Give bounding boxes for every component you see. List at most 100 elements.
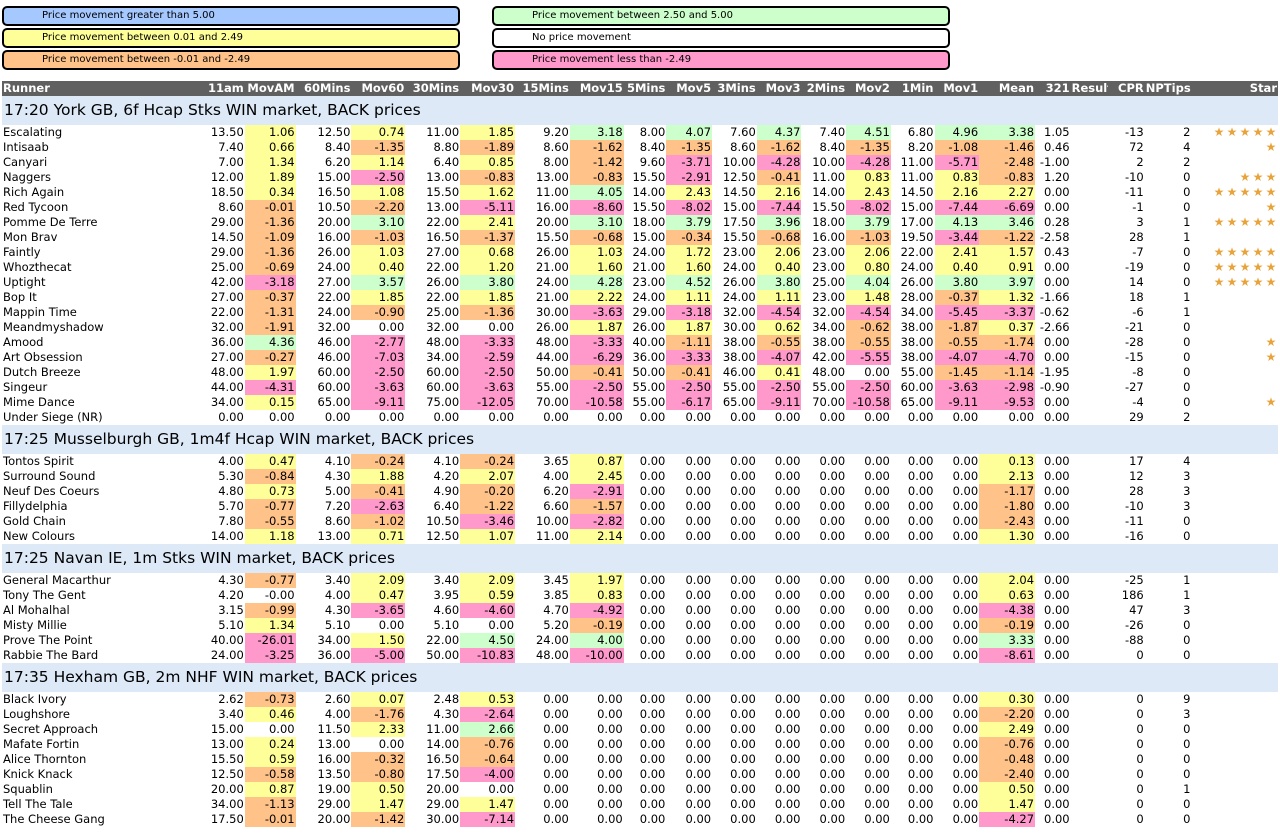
cell-mov15: 4.28 <box>569 275 624 290</box>
cell-mov60: -2.50 <box>351 170 406 185</box>
table-row: Gold Chain 7.80 -0.55 8.60 -1.02 10.50 -3.46 10… <box>2 514 1278 529</box>
table-row: Secret Approach 15.00 0.00 11.50 2.33 11.00 2.… <box>2 722 1278 737</box>
cell-3mins: 14.50 <box>722 185 756 199</box>
cell-mov60: 0.47 <box>351 588 406 603</box>
cell-mov3: 4.37 <box>756 125 802 140</box>
cell-mov5: 0.00 <box>685 484 712 498</box>
cell-60mins: 4.10 <box>324 454 351 468</box>
cell-nptips: 3 <box>1183 469 1191 483</box>
cell-1min: 0.00 <box>907 707 934 721</box>
cell-5mins: 0.00 <box>639 812 666 826</box>
cell-nptips: 4 <box>1183 140 1191 154</box>
cell-2mins: 0.00 <box>819 782 846 796</box>
cell-2mins: 38.00 <box>812 335 846 349</box>
cell-cpr: 12 <box>1129 469 1144 483</box>
cell-mov2: 0.00 <box>864 767 890 781</box>
cell-3mins: 24.00 <box>722 290 756 304</box>
cell-result <box>1071 469 1109 484</box>
cell-30mins: 13.00 <box>426 200 460 214</box>
cell-mov2: -4.54 <box>846 305 891 320</box>
cell-mov2: 0.00 <box>864 648 890 662</box>
cell-mean: 0.91 <box>979 260 1036 275</box>
cell-mov15: 0.83 <box>569 588 624 603</box>
cell-2mins: 16.00 <box>812 230 846 244</box>
cell-star <box>1191 767 1278 782</box>
cell-5mins: 0.00 <box>639 603 666 617</box>
cell-1min: 28.00 <box>900 290 934 304</box>
cell-30mins: 26.00 <box>426 275 460 289</box>
cell-mov2: -2.50 <box>846 380 891 395</box>
cell-movam: -0.37 <box>244 290 296 305</box>
cell-30mins: 10.50 <box>426 514 460 528</box>
cell-2mins: 15.50 <box>812 200 846 214</box>
cell-mov30: 2.41 <box>460 215 516 230</box>
cell-3mins: 0.00 <box>730 752 756 766</box>
race-title: 17:35 Hexham GB, 2m NHF WIN market, BACK… <box>2 663 1278 692</box>
cell-15mins: 48.00 <box>535 648 569 662</box>
cell-mov1: 0.00 <box>952 499 979 513</box>
cell-mean: -4.38 <box>979 603 1036 618</box>
cell-1min: 0.00 <box>907 782 934 796</box>
cell-mov15: -2.50 <box>569 380 624 395</box>
cell-mov30: -0.24 <box>460 454 516 469</box>
cell-cpr: 28 <box>1129 484 1144 498</box>
cell-mov60: -1.02 <box>351 514 406 529</box>
cell-mov3: 0.00 <box>774 633 801 647</box>
cell-runner: Whozthecat <box>3 260 72 274</box>
cell-11am: 44.00 <box>210 380 244 394</box>
cell-runner: Uptight <box>3 275 46 289</box>
cell-mov5: 0.00 <box>685 529 712 543</box>
cell-mov3: -1.62 <box>756 140 802 155</box>
cell-mean: -2.43 <box>979 514 1036 529</box>
cell-mean: 3.97 <box>979 275 1036 290</box>
cell-nptips: 0 <box>1183 797 1191 811</box>
cell-60mins: 13.00 <box>317 529 351 543</box>
cell-mov30: -10.83 <box>460 648 516 663</box>
star-icon: ★ <box>1265 260 1277 274</box>
cell-60mins: 16.00 <box>317 230 351 244</box>
cell-mov3: 1.11 <box>756 290 802 305</box>
cell-cpr: -27 <box>1124 380 1144 394</box>
cell-runner: Amood <box>3 335 44 349</box>
cell-mov60: 0.74 <box>351 125 406 140</box>
cell-nptips: 0 <box>1183 514 1191 528</box>
cell-15mins: 21.00 <box>535 290 569 304</box>
cell-movam: 4.36 <box>244 335 296 350</box>
cell-mov2: 0.00 <box>864 782 890 796</box>
cell-mov30: -3.33 <box>460 335 516 350</box>
cell-5mins: 0.00 <box>639 797 666 811</box>
cell-mean: 1.30 <box>979 529 1036 544</box>
cell-mov30: 0.00 <box>488 782 515 796</box>
table-row: Mime Dance 34.00 0.15 65.00 -9.11 75.00 -12.05… <box>2 395 1278 410</box>
cell-mov30: -7.14 <box>460 812 516 827</box>
cell-mov1: -3.63 <box>934 380 980 395</box>
cell-2mins: 11.00 <box>812 170 846 184</box>
cell-30mins: 0.00 <box>433 410 460 424</box>
cell-15mins: 0.00 <box>543 797 569 811</box>
cell-30mins: 48.00 <box>426 335 460 349</box>
table-row: Art Obsession 27.00 -0.27 46.00 -7.03 34.00 -2… <box>2 350 1278 365</box>
cell-3mins: 12.50 <box>722 170 756 184</box>
cell-result <box>1071 707 1109 722</box>
table-row: Misty Millie 5.10 1.34 5.10 0.00 5.10 0.00 5.20… <box>2 618 1278 633</box>
cell-1min: 65.00 <box>900 395 934 409</box>
cell-11am: 3.15 <box>218 603 244 617</box>
cell-15mins: 4.70 <box>543 603 569 617</box>
cell-2mins: 0.00 <box>819 588 846 602</box>
cell-11am: 13.00 <box>210 737 244 751</box>
cell-mov30: -4.60 <box>460 603 516 618</box>
cell-runner: Dutch Breeze <box>3 365 81 379</box>
cell-mov30: 1.07 <box>460 529 516 544</box>
cell-3mins: 0.00 <box>730 692 756 706</box>
cell-mov5: 1.60 <box>666 260 713 275</box>
cell-2mins: 0.00 <box>819 573 846 587</box>
cell-mov1: 0.00 <box>952 692 979 706</box>
cell-mov3: 0.00 <box>774 484 801 498</box>
cell-mov5: 0.00 <box>685 499 712 513</box>
cell-mov15: 1.97 <box>569 573 624 588</box>
cell-15mins: 6.20 <box>543 484 569 498</box>
cell-mov3: -0.55 <box>756 335 802 350</box>
star-icon: ★ <box>1239 215 1251 229</box>
cell-cpr: -25 <box>1124 573 1144 587</box>
cell-60mins: 65.00 <box>317 395 351 409</box>
